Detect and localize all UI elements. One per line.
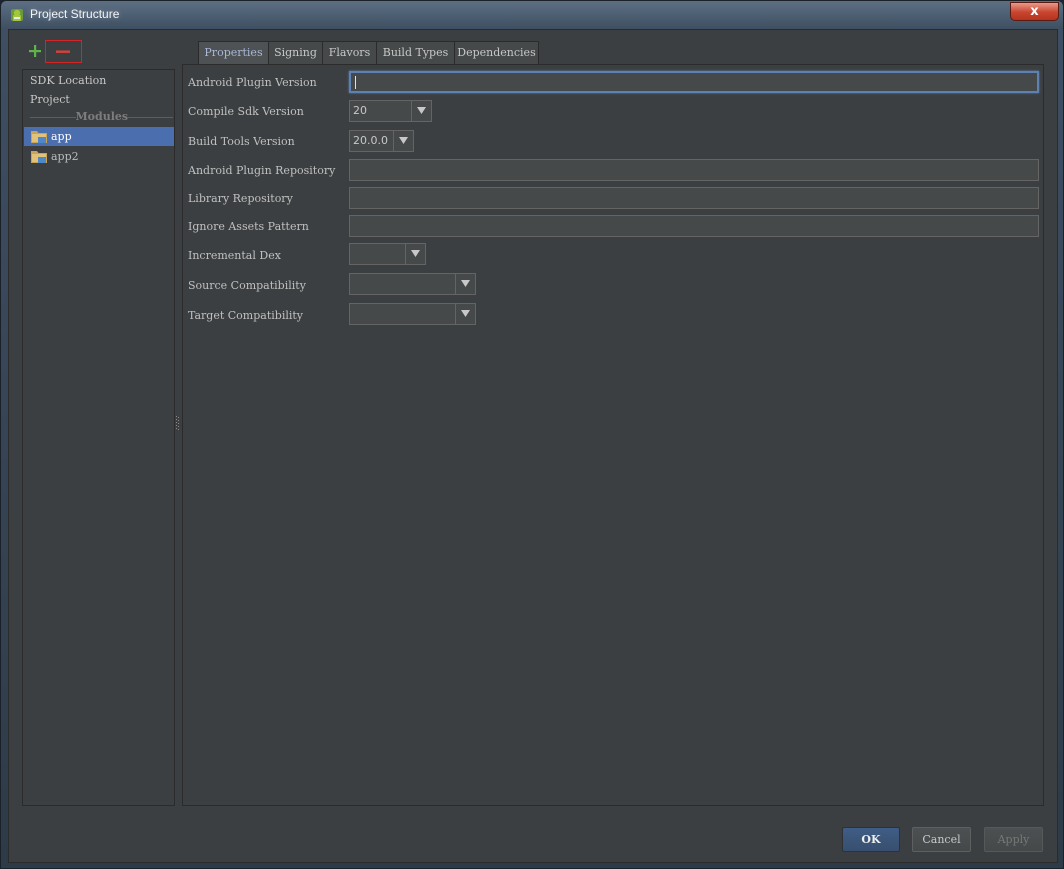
module-folder-icon	[31, 151, 47, 163]
text-caret	[355, 76, 356, 89]
remove-button[interactable]	[45, 40, 82, 63]
build-tools-version-label: Build Tools Version	[188, 135, 295, 148]
android-studio-icon	[11, 9, 23, 21]
android-plugin-repository-field[interactable]	[349, 159, 1039, 181]
apply-button[interactable]: Apply	[984, 827, 1043, 852]
library-repository-field[interactable]	[349, 187, 1039, 209]
properties-panel: Android Plugin Version Compile Sdk Versi…	[182, 64, 1044, 806]
tab-flavors[interactable]: Flavors	[322, 41, 377, 64]
project-structure-dialog: Project Structure x SDK Location Project…	[0, 0, 1064, 869]
tab-dependencies[interactable]: Dependencies	[454, 41, 539, 64]
target-compatibility-combo[interactable]	[349, 303, 476, 325]
module-item-app2[interactable]: app2	[24, 147, 174, 166]
tab-properties[interactable]: Properties	[198, 41, 269, 64]
ignore-assets-pattern-label: Ignore Assets Pattern	[188, 220, 309, 233]
tab-build-types[interactable]: Build Types	[376, 41, 455, 64]
dropdown-arrow-icon	[455, 274, 475, 294]
modules-header: Modules	[75, 110, 129, 123]
plus-icon[interactable]	[27, 43, 43, 59]
ignore-assets-pattern-field[interactable]	[349, 215, 1039, 237]
dropdown-arrow-icon	[405, 244, 425, 264]
ok-button[interactable]: OK	[842, 827, 900, 852]
close-icon: x	[1030, 4, 1039, 19]
title-bar[interactable]: Project Structure x	[1, 1, 1063, 29]
incremental-dex-combo[interactable]	[349, 243, 426, 265]
dropdown-arrow-icon	[393, 131, 413, 151]
dialog-content: SDK Location Project Modules app app2 Pr…	[8, 29, 1058, 863]
close-button[interactable]: x	[1010, 2, 1059, 21]
modules-separator: Modules	[30, 111, 173, 123]
android-plugin-version-label: Android Plugin Version	[188, 76, 317, 89]
module-item-app[interactable]: app	[24, 127, 174, 146]
tab-signing[interactable]: Signing	[268, 41, 323, 64]
source-compatibility-label: Source Compatibility	[188, 279, 306, 292]
module-label: app2	[51, 150, 79, 163]
build-tools-version-value: 20.0.0	[353, 134, 388, 147]
compile-sdk-version-label: Compile Sdk Version	[188, 105, 304, 118]
dropdown-arrow-icon	[455, 304, 475, 324]
incremental-dex-label: Incremental Dex	[188, 249, 281, 262]
module-label: app	[51, 130, 72, 143]
minus-icon	[56, 50, 70, 53]
target-compatibility-label: Target Compatibility	[188, 309, 304, 322]
source-compatibility-combo[interactable]	[349, 273, 476, 295]
sidebar-item-sdk-location[interactable]: SDK Location	[30, 72, 106, 90]
build-tools-version-combo[interactable]: 20.0.0	[349, 130, 414, 152]
compile-sdk-version-value: 20	[353, 104, 367, 117]
window-title: Project Structure	[30, 7, 120, 21]
compile-sdk-version-combo[interactable]: 20	[349, 100, 432, 122]
android-plugin-version-field[interactable]	[349, 71, 1039, 93]
sidebar: SDK Location Project Modules app app2	[22, 69, 175, 806]
cancel-button[interactable]: Cancel	[912, 827, 971, 852]
android-plugin-repository-label: Android Plugin Repository	[188, 164, 336, 177]
splitter-handle[interactable]	[176, 416, 180, 432]
dropdown-arrow-icon	[411, 101, 431, 121]
library-repository-label: Library Repository	[188, 192, 293, 205]
module-folder-icon	[31, 131, 47, 143]
sidebar-item-project[interactable]: Project	[30, 91, 70, 109]
